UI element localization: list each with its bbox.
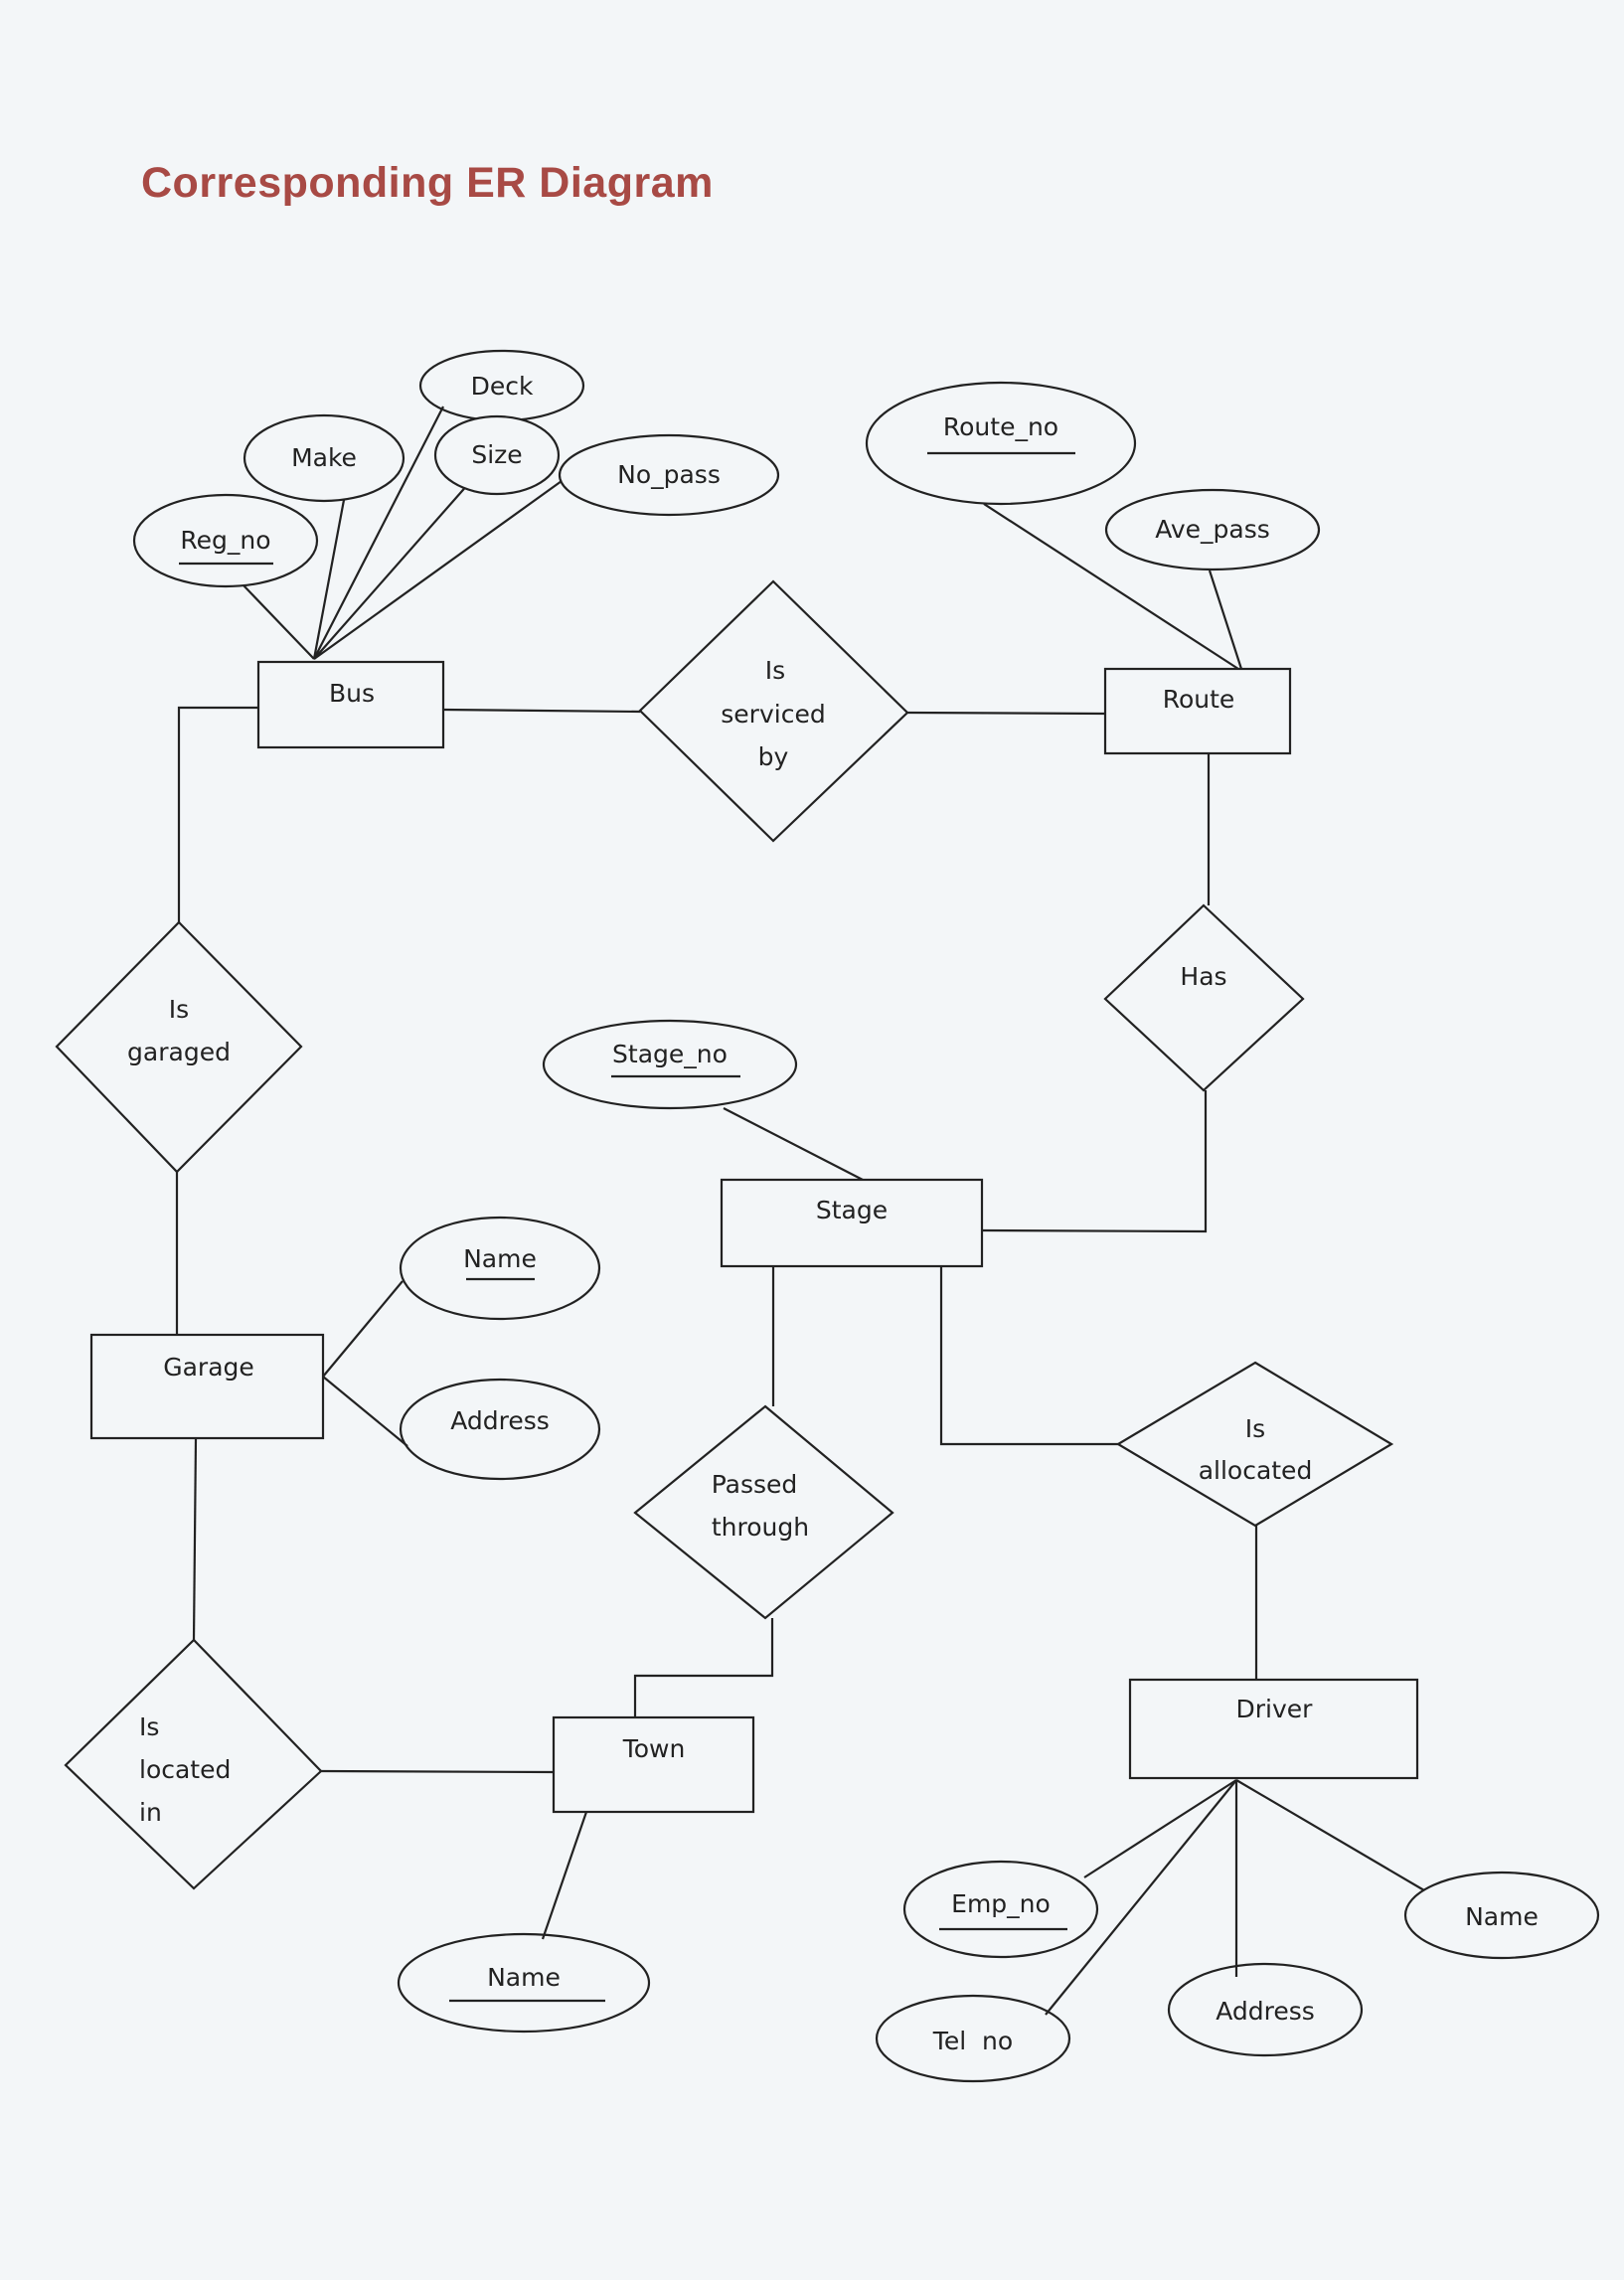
entity-garage-label: Garage [163, 1353, 254, 1382]
entity-town[interactable]: Town [552, 1715, 755, 1814]
connector-garage-address [322, 1376, 408, 1447]
entity-stage-label: Stage [816, 1196, 888, 1224]
relationship-is-allocated-line-2: allocated [1199, 1456, 1313, 1485]
attribute-bus-size-label: Size [471, 440, 522, 469]
relationship-is-located-in[interactable]: Is located in [64, 1638, 323, 1890]
relationship-is-serviced-by-line-1: Is [765, 656, 785, 685]
relationship-is-located-in-line-1: Is [139, 1712, 159, 1741]
attribute-driver-name[interactable]: Name [1403, 1871, 1600, 1960]
connector-serviced-route [906, 711, 1106, 716]
attribute-driver-address[interactable]: Address [1167, 1962, 1364, 2057]
attribute-stage-stage-no-label: Stage_no [612, 1040, 728, 1068]
attribute-route-ave-pass[interactable]: Ave_pass [1104, 488, 1321, 571]
connector-driver-tel-no [1045, 1779, 1237, 2016]
attribute-bus-make[interactable]: Make [243, 413, 406, 503]
entity-bus-label: Bus [329, 679, 375, 708]
attribute-route-route-no-label: Route_no [943, 412, 1058, 441]
connector-bus-garaged [177, 706, 258, 922]
relationship-passed-through-line-2: through [712, 1513, 809, 1542]
connector-driver-name [1235, 1779, 1425, 1891]
relationship-is-allocated-line-1: Is [1245, 1414, 1265, 1443]
relationship-passed-through-line-1: Passed [712, 1470, 798, 1499]
attribute-driver-name-label: Name [1465, 1902, 1539, 1931]
connector-passed-town [633, 1618, 774, 1717]
relationship-is-serviced-by-line-3: by [758, 742, 789, 771]
connector-stage-stage-no [723, 1107, 864, 1181]
connector-garage-name [322, 1280, 404, 1378]
connector-town-name [541, 1811, 588, 1940]
relationship-is-serviced-by[interactable]: Is serviced by [638, 579, 909, 843]
connector-located-town [320, 1769, 555, 1774]
attribute-route-ave-pass-label: Ave_pass [1155, 515, 1270, 544]
attribute-bus-reg-no-label: Reg_no [180, 526, 270, 555]
attribute-bus-make-label: Make [291, 443, 357, 472]
relationship-is-serviced-by-line-2: serviced [721, 700, 825, 729]
relationship-has[interactable]: Has [1103, 903, 1305, 1092]
relationship-is-located-in-line-2: located [139, 1755, 231, 1784]
relationship-is-allocated[interactable]: Is allocated [1115, 1361, 1394, 1528]
entity-bus[interactable]: Bus [256, 660, 445, 749]
attribute-bus-size[interactable]: Size [433, 414, 561, 496]
relationship-is-located-in-line-3: in [139, 1798, 162, 1827]
entity-driver[interactable]: Driver [1128, 1678, 1419, 1780]
relationship-has-label: Has [1180, 962, 1226, 991]
attribute-driver-tel-no-label: Tel no [932, 2027, 1013, 2055]
er-diagram: Bus Route Stage Garage Town Driver Is se… [55, 349, 1600, 2083]
connector-stage-allocated [939, 1266, 1118, 1446]
relationship-is-garaged[interactable]: Is garaged [55, 920, 303, 1174]
entity-route[interactable]: Route [1103, 667, 1292, 755]
connector-bus-make [312, 499, 346, 660]
entity-stage[interactable]: Stage [720, 1178, 984, 1268]
entity-route-label: Route [1163, 685, 1235, 714]
connector-has-stage [981, 1090, 1208, 1233]
attribute-driver-emp-no[interactable]: Emp_no [902, 1860, 1099, 1959]
attribute-bus-reg-no[interactable]: Reg_no [132, 493, 319, 588]
connector-bus-reg-no [243, 584, 315, 660]
attribute-garage-address[interactable]: Address [399, 1378, 601, 1481]
connector-driver-emp-no [1083, 1779, 1237, 1878]
attribute-bus-no-pass-label: No_pass [617, 460, 721, 489]
connector-garage-located [192, 1437, 198, 1641]
attribute-route-route-no[interactable]: Route_no [865, 381, 1137, 506]
entity-town-label: Town [622, 1734, 686, 1763]
relationship-is-garaged-line-1: Is [169, 995, 189, 1024]
relationship-passed-through[interactable]: Passed through [633, 1404, 894, 1620]
attribute-garage-address-label: Address [450, 1406, 550, 1435]
attribute-bus-deck-label: Deck [471, 372, 534, 401]
attribute-garage-name-label: Name [463, 1244, 537, 1273]
attribute-bus-no-pass[interactable]: No_pass [558, 433, 780, 517]
entity-garage[interactable]: Garage [89, 1333, 325, 1440]
attribute-garage-name[interactable]: Name [399, 1216, 601, 1321]
attribute-driver-emp-no-label: Emp_no [951, 1889, 1051, 1918]
entity-driver-label: Driver [1236, 1695, 1314, 1723]
attribute-town-name[interactable]: Name [397, 1932, 651, 2034]
connectors [175, 406, 1425, 2016]
attribute-bus-deck[interactable]: Deck [418, 349, 585, 422]
attribute-stage-stage-no[interactable]: Stage_no [542, 1019, 798, 1110]
attribute-town-name-label: Name [487, 1963, 561, 1992]
relationship-is-garaged-line-2: garaged [127, 1038, 231, 1066]
connector-bus-serviced [442, 708, 641, 714]
connector-bus-no-pass [313, 480, 563, 660]
attribute-driver-address-label: Address [1216, 1997, 1315, 2026]
attribute-driver-tel-no[interactable]: Tel no [875, 1994, 1071, 2083]
